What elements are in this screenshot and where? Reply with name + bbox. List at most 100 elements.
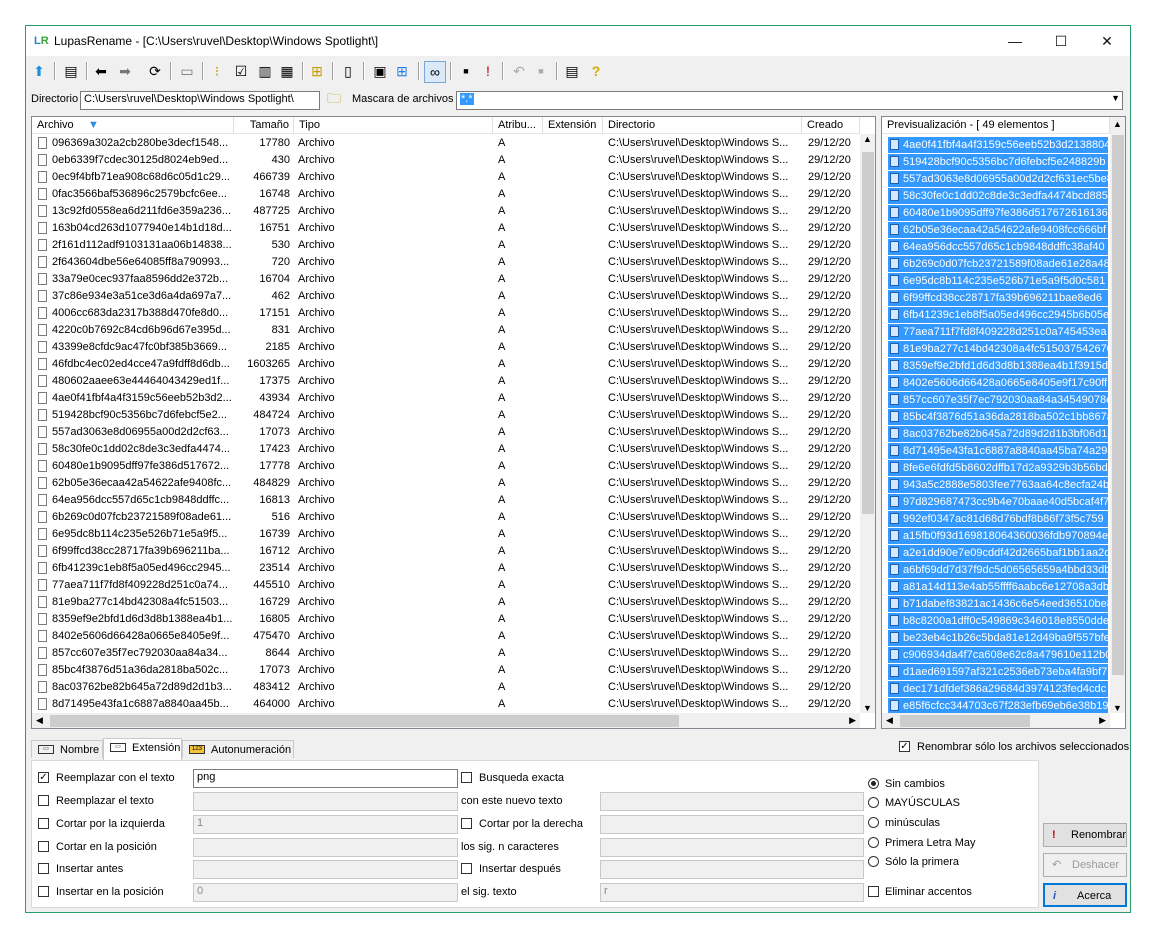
insertar-antes-checkbox[interactable]: Insertar antes <box>38 861 123 877</box>
table-row[interactable]: 2f161d112adf9103131aa06b14838... 530 Archi… <box>32 237 862 254</box>
preview-item[interactable]: 992ef0347ac81d68d76bdf8b86f73f5c759 <box>888 511 1108 527</box>
preview-item[interactable]: 8d71495e43fa1c6887a8840aa45ba74a29a <box>888 443 1108 459</box>
preview-item[interactable]: 557ad3063e8d06955a00d2d2cf631ec5be8 <box>888 171 1108 187</box>
table-row[interactable]: 857cc607e35f7ec792030aa84a34... 8644 Archi… <box>32 645 862 662</box>
cortar-derecha-checkbox[interactable]: Cortar por la derecha <box>461 816 583 832</box>
maximize-button[interactable]: ☐ <box>1038 26 1084 56</box>
table-row[interactable]: 557ad3063e8d06955a00d2d2cf63... 17073 Arch… <box>32 424 862 441</box>
nuevo-texto-input[interactable] <box>600 792 864 811</box>
case-minusculas-radio[interactable]: minúsculas <box>868 815 940 831</box>
back-arrow-icon[interactable]: ⬅ <box>91 61 111 81</box>
table-row[interactable]: 13c92fd0558ea6d211fd6e359a236... 487725 Ar… <box>32 203 862 220</box>
file-list[interactable]: ▼ Archivo Tamaño Tipo Atribu... Extensión Dire… <box>31 116 876 729</box>
reemplazar-el-checkbox[interactable]: Reemplazar el texto <box>38 793 154 809</box>
file-list-vscroll[interactable]: ▲ ▼ <box>860 134 875 713</box>
preview-item[interactable]: 60480e1b9095dff97fe386d517672616136 <box>888 205 1108 221</box>
sig-n-input[interactable] <box>600 838 864 857</box>
file-list-hscroll[interactable]: ◀ ▶ <box>32 713 860 728</box>
table-row[interactable]: 85bc4f3876d51a36da2818ba502c... 17073 Arch… <box>32 662 862 679</box>
preview-item[interactable]: 85bc4f3876d51a36da2818ba502c1bb867a <box>888 409 1108 425</box>
preview-item[interactable]: d1aed691597af321c2536eb73eba4fa9bf7 <box>888 664 1108 680</box>
column-header-3[interactable]: Atribu... <box>493 117 543 134</box>
preview-item[interactable]: 64ea956dcc557d65c1cb9848ddffc38af40 <box>888 239 1108 255</box>
column-header-1[interactable]: Tamaño <box>234 117 294 134</box>
eliminar-acentos-checkbox[interactable]: Eliminar accentos <box>868 884 972 900</box>
preview-item[interactable]: 943a5c2888e5803fee7763aa64c8ecfa24b <box>888 477 1108 493</box>
case-solo-primera-radio[interactable]: Sólo la primera <box>868 854 959 870</box>
table-row[interactable]: 2f643604dbe56e64085ff8a790993... 720 Archi… <box>32 254 862 271</box>
forward-arrow-icon[interactable]: ➡ <box>115 61 135 81</box>
undo-icon[interactable]: ↶ <box>509 61 529 81</box>
up-folder-icon[interactable]: ⬆ <box>29 61 49 81</box>
table-row[interactable]: 0fac3566baf536896c2579bcfc6ee... 16748 Arc… <box>32 186 862 203</box>
preview-item[interactable]: 8ac03762be82b645a72d89d2d1b3bf06d1b <box>888 426 1108 442</box>
drive-icon[interactable]: ▭ <box>177 61 197 81</box>
preview-item[interactable]: 519428bcf90c5356bc7d6febcf5e248829b <box>888 154 1108 170</box>
table-row[interactable]: 8402e5606d66428a0665e8405e9f... 475470 Arc… <box>32 628 862 645</box>
cortar-derecha-input[interactable] <box>600 815 864 834</box>
window-icon[interactable]: ▤ <box>61 61 81 81</box>
preview-hscroll[interactable]: ◀ ▶ <box>882 713 1110 728</box>
cortar-izquierda-input[interactable]: 1 <box>193 815 458 834</box>
table-row[interactable]: 6f99ffcd38cc28717fa39b696211ba... 16712 Ar… <box>32 543 862 560</box>
table-row[interactable]: 519428bcf90c5356bc7d6febcf5e2... 484724 Ar… <box>32 407 862 424</box>
column-header-6[interactable]: Creado <box>802 117 860 134</box>
grid-icon[interactable]: ▦ <box>277 61 297 81</box>
columns-icon[interactable]: ▥ <box>255 61 275 81</box>
column-header-4[interactable]: Extensión <box>543 117 603 134</box>
table-row[interactable]: 6e95dc8b114c235e526b71e5a9f5... 16739 Arch… <box>32 526 862 543</box>
table-row[interactable]: 46fdbc4ec02ed4cce47a9fdff8d6db... 1603265… <box>32 356 862 373</box>
binoculars-icon[interactable]: ∞ <box>424 61 446 83</box>
table-row[interactable]: 4220c0b7692c84cd6b96d67e395d... 831 Archiv… <box>32 322 862 339</box>
busqueda-exacta-checkbox[interactable]: Busqueda exacta <box>461 770 564 786</box>
preview-item[interactable]: 6b269c0d07fcb23721589f08ade61e28a48 <box>888 256 1108 272</box>
preview-item[interactable]: 97d829687473cc9b4e70baae40d5bcaf4f7 <box>888 494 1108 510</box>
table-row[interactable]: 163b04cd263d1077940e14b1d18d... 16751 Arch… <box>32 220 862 237</box>
deshacer-button[interactable]: ↶ Deshacer <box>1043 853 1127 877</box>
preview-item[interactable]: a2e1dd90e7e09cddf42d2665baf1bb1aa2d <box>888 545 1108 561</box>
help-icon[interactable]: ? <box>586 61 606 81</box>
preview-item[interactable]: 857cc607e35f7ec792030aa84a34549078e <box>888 392 1108 408</box>
table-row[interactable]: 64ea956dcc557d65c1cb9848ddffc... 16813 Arc… <box>32 492 862 509</box>
table-row[interactable]: 0ec9f4bfb71ea908c68d6c05d1c29... 466739 Ar… <box>32 169 862 186</box>
preview-item[interactable]: 8359ef9e2bfd1d6d3d8b1388ea4b1f3915d <box>888 358 1108 374</box>
folder-tree-icon[interactable]: ⊞ <box>307 61 327 81</box>
only-selected-checkbox[interactable]: ✓ Renombrar sólo los archivos seleccionad… <box>899 739 1129 755</box>
notepad-icon[interactable]: ▤ <box>562 61 582 81</box>
tab-nombre[interactable]: ▭ Nombre <box>31 740 103 758</box>
table-row[interactable]: 6b269c0d07fcb23721589f08ade61... 516 Archi… <box>32 509 862 526</box>
reemplazar-texto-input[interactable]: png <box>193 769 458 788</box>
table-row[interactable]: 4006cc683da2317b388d470fe8d0... 17151 Arch… <box>32 305 862 322</box>
document-icon[interactable]: ▯ <box>338 61 358 81</box>
tree-view-icon[interactable]: ⁝ <box>207 61 227 81</box>
preview-item[interactable]: b8c8200a1dff0c549869c346018e8550dde <box>888 613 1108 629</box>
table-row[interactable]: 43399e8cfdc9ac47fc0bf385b3669... 2185 Arch… <box>32 339 862 356</box>
insertar-despues-input[interactable] <box>600 860 864 879</box>
table-row[interactable]: 6fb41239c1eb8f5a05ed496cc2945... 23514 Arc… <box>32 560 862 577</box>
table-row[interactable]: 62b05e36ecaa42a54622afe9408fc... 484829 Ar… <box>32 475 862 492</box>
tab-autonumeracion[interactable]: 123 Autonumeración <box>182 740 294 758</box>
table-row[interactable]: 81e9ba277c14bd42308a4fc51503... 16729 Arch… <box>32 594 862 611</box>
column-header-2[interactable]: Tipo <box>294 117 493 134</box>
preview-item[interactable]: 8402e5606d66428a0665e8405e9f17c90ff <box>888 375 1108 391</box>
table-row[interactable]: 8359ef9e2bfd1d6d3d8b1388ea4b1... 16805 Arc… <box>32 611 862 628</box>
case-sin-cambios-radio[interactable]: Sin cambios <box>868 776 945 792</box>
acerca-button[interactable]: i Acerca <box>1043 883 1127 907</box>
preview-item[interactable]: b71dabef83821ac1436c6e54eed36510be8 <box>888 596 1108 612</box>
close-button[interactable]: ✕ <box>1084 26 1130 56</box>
case-mayusculas-radio[interactable]: MAYÚSCULAS <box>868 795 960 811</box>
preview-item[interactable]: 81e9ba277c14bd42308a4fc515037542670 <box>888 341 1108 357</box>
windows-icon[interactable]: ⊞ <box>392 61 412 81</box>
preview-item[interactable]: 58c30fe0c1dd02c8de3c3edfa4474bcd885 <box>888 188 1108 204</box>
image-icon[interactable]: ▣ <box>370 61 390 81</box>
mascara-select[interactable]: *.* ▼ <box>456 91 1123 110</box>
table-row[interactable]: 0eb6339f7cdec30125d8024eb9ed... 430 Archiv… <box>32 152 862 169</box>
preview-vscroll[interactable]: ▲ ▼ <box>1110 117 1125 713</box>
insertar-despues-checkbox[interactable]: Insertar después <box>461 861 561 877</box>
preview-item[interactable]: 6fb41239c1eb8f5a05ed496cc2945b6b05e <box>888 307 1108 323</box>
preview-panel[interactable]: Previsualización - [ 49 elementos ] 4ae0… <box>881 116 1126 729</box>
preview-item[interactable]: 62b05e36ecaa42a54622afe9408fcc666bf <box>888 222 1108 238</box>
preview-item[interactable]: be23eb4c1b26c5bda81e12d49ba9f557bfe <box>888 630 1108 646</box>
preview-item[interactable]: 6f99ffcd38cc28717fa39b696211bae8ed6 <box>888 290 1108 306</box>
insertar-posicion-input[interactable]: 0 <box>193 883 458 902</box>
